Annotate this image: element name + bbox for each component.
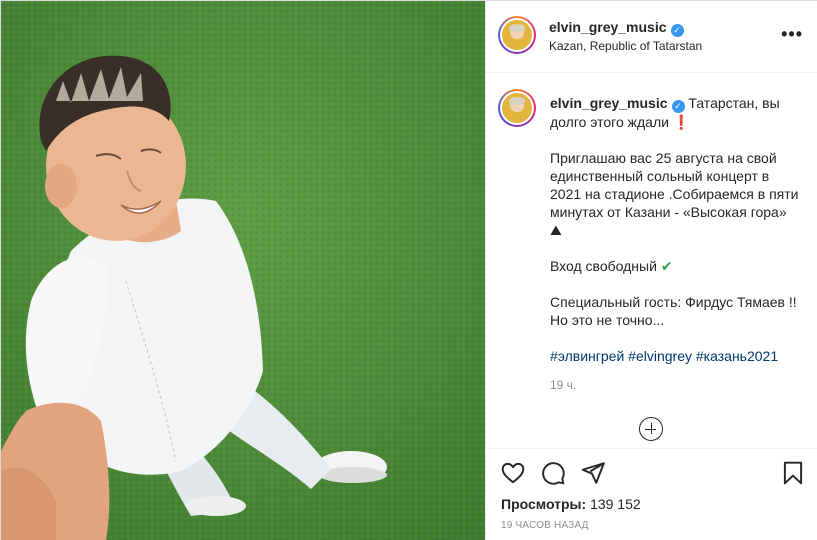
caption-paragraph-3: Вход свободный (550, 258, 657, 274)
media-image (1, 1, 485, 540)
save-bookmark-icon[interactable] (780, 460, 806, 486)
check-mark-emoji-icon: ✔ (660, 258, 673, 274)
post-caption: elvin_grey_music ✓ Татарстан, вы долго эт… (550, 94, 800, 365)
caption-paragraph-2: Приглашаю вас 25 августа на свой единств… (550, 150, 799, 220)
more-options-icon[interactable]: ••• (781, 25, 803, 43)
hashtag-link[interactable]: #элвингрей (550, 348, 624, 364)
hashtag-link[interactable]: #казань2021 (696, 348, 778, 364)
views-number: 139 152 (590, 496, 641, 512)
post-dialog: elvin_grey_music ✓ Kazan, Republic of Tat… (0, 0, 817, 540)
author-avatar[interactable] (498, 16, 536, 54)
views-count[interactable]: Просмотры: 139 152 (501, 496, 641, 512)
post-media-video[interactable] (1, 1, 485, 540)
caption-timestamp: 19 ч. (550, 378, 577, 392)
like-heart-icon[interactable] (500, 460, 526, 486)
caption-username-link[interactable]: elvin_grey_music (550, 95, 668, 111)
hashtag-link[interactable]: #elvingrey (628, 348, 692, 364)
caption-verified-badge-icon: ✓ (671, 100, 685, 113)
caption-paragraph-4: Специальный гость: Фирдус Тямаев !!Но эт… (550, 294, 797, 328)
share-send-icon[interactable] (580, 460, 606, 486)
post-time-ago[interactable]: 19 ЧАСОВ НАЗАД (501, 520, 589, 531)
mountain-emoji-icon: ⛰ (550, 222, 562, 238)
caption-author-avatar[interactable] (498, 89, 536, 127)
post-actions-bar: Просмотры: 139 152 19 ЧАСОВ НАЗАД (486, 448, 817, 540)
author-username-row: elvin_grey_music ✓ (549, 19, 684, 37)
post-location-link[interactable]: Kazan, Republic of Tatarstan (549, 39, 702, 53)
exclamation-emoji-icon: ❗ (672, 114, 691, 130)
post-details-panel: elvin_grey_music ✓ Kazan, Republic of Tat… (485, 1, 817, 540)
comment-bubble-icon[interactable] (540, 460, 566, 486)
verified-badge-icon: ✓ (670, 24, 684, 37)
comments-section: elvin_grey_music ✓ Татарстан, вы долго эт… (486, 73, 817, 448)
views-label: Просмотры: (501, 496, 587, 512)
author-username-link[interactable]: elvin_grey_music (549, 19, 667, 35)
load-more-comments-icon[interactable] (639, 417, 663, 441)
post-header: elvin_grey_music ✓ Kazan, Republic of Tat… (486, 1, 817, 73)
